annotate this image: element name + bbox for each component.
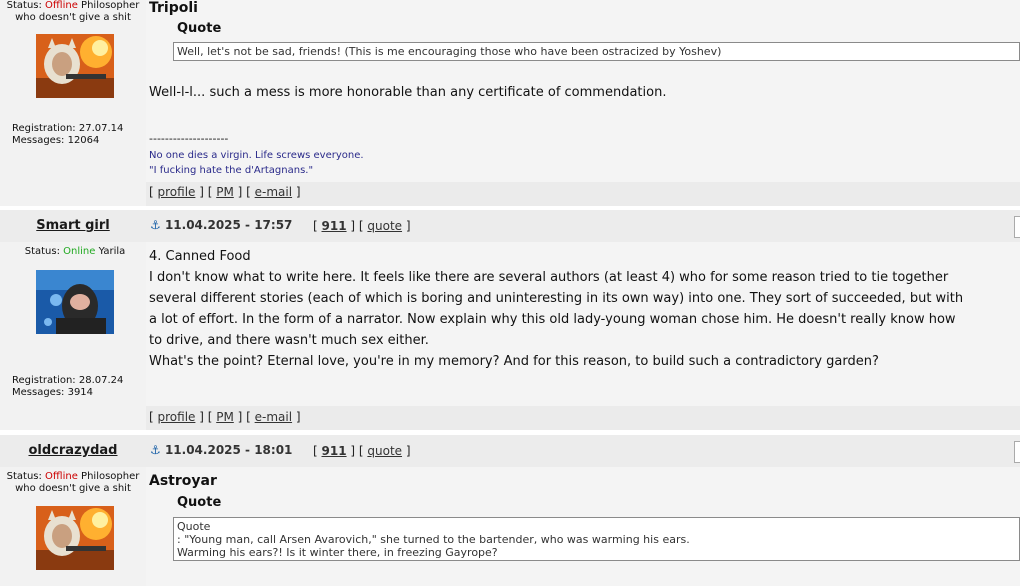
- post-actions: [ 911 ] [ quote ]: [313, 219, 411, 233]
- user-column-footer: [0, 406, 146, 430]
- post-body-line: several different stories (each of which…: [149, 291, 964, 306]
- post-title: Tripoli: [149, 0, 198, 16]
- pm-link[interactable]: PM: [216, 185, 234, 199]
- status-offline: Offline: [45, 0, 78, 11]
- post-number-link[interactable]: 911: [322, 219, 347, 233]
- user-registration: Registration: 28.07.24: [12, 375, 124, 386]
- post-date: 11.04.2025 - 17:57: [164, 218, 293, 232]
- avatar: [36, 506, 114, 570]
- quote-text: Well, let's not be sad, friends! (This i…: [177, 45, 722, 58]
- pm-link[interactable]: PM: [216, 410, 234, 424]
- post-title: 4. Canned Food: [149, 249, 251, 264]
- quote-text: Quote: [177, 520, 211, 533]
- scroll-edge-button[interactable]: [1014, 216, 1020, 238]
- quote-label: Quote: [177, 21, 222, 36]
- avatar: [36, 34, 114, 98]
- post-meta: ⚓ 11.04.2025 - 17:57: [150, 218, 292, 232]
- post-body-line: a lot of effort. In the form of a narrat…: [149, 312, 956, 327]
- quote-box: Quote : "Young man, call Arsen Avarovich…: [173, 517, 1020, 561]
- quote-label: Quote: [177, 495, 222, 510]
- status-online: Online: [63, 246, 96, 257]
- post-date: 11.04.2025 - 18:01: [164, 443, 293, 457]
- quote-text: : "Young man, call Arsen Avarovich," she…: [177, 533, 690, 546]
- post-footer-links: [ profile ] [ PM ] [ e-mail ]: [149, 410, 301, 424]
- quote-text: Warming his ears?! Is it winter there, i…: [177, 546, 498, 559]
- avatar: [36, 270, 114, 334]
- username-link[interactable]: Smart girl: [0, 218, 146, 233]
- post-number-link[interactable]: 911: [322, 444, 347, 458]
- signature: No one dies a virgin. Life screws everyo…: [149, 148, 364, 178]
- status-offline: Offline: [45, 471, 78, 482]
- username-link[interactable]: oldcrazydad: [0, 443, 146, 458]
- anchor-icon[interactable]: ⚓: [150, 218, 161, 232]
- post-title: Astroyar: [149, 473, 217, 489]
- user-registration: Registration: 27.07.14: [12, 123, 124, 134]
- signature-line: "I fucking hate the d'Artagnans.": [149, 165, 314, 176]
- quote-box: Well, let's not be sad, friends! (This i…: [173, 42, 1020, 61]
- post-body: I don't know what to write here. It feel…: [149, 267, 1009, 372]
- user-message-count: Messages: 12064: [12, 135, 100, 146]
- post-body: Well-l-l... such a mess is more honorabl…: [149, 85, 667, 100]
- post-footer-links: [ profile ] [ PM ] [ e-mail ]: [149, 185, 301, 199]
- user-status: Status: Offline Philosopher who doesn't …: [6, 471, 140, 494]
- post-meta: ⚓ 11.04.2025 - 18:01: [150, 443, 292, 457]
- post-body-line: I don't know what to write here. It feel…: [149, 270, 949, 285]
- user-column-footer: [0, 182, 146, 206]
- profile-link[interactable]: profile: [158, 185, 196, 199]
- email-link[interactable]: e-mail: [255, 185, 292, 199]
- user-message-count: Messages: 3914: [12, 387, 94, 398]
- post-body-line: What's the point? Eternal love, you're i…: [149, 354, 879, 369]
- scroll-edge-button[interactable]: [1014, 441, 1020, 463]
- user-status: Status: Offline Philosopher who doesn't …: [6, 0, 140, 23]
- post-body-line: to drive, and there wasn't much sex eith…: [149, 333, 429, 348]
- signature-separator: --------------------: [149, 132, 229, 145]
- email-link[interactable]: e-mail: [255, 410, 292, 424]
- anchor-icon[interactable]: ⚓: [150, 443, 161, 457]
- quote-link[interactable]: quote: [367, 219, 402, 233]
- profile-link[interactable]: profile: [158, 410, 196, 424]
- post-actions: [ 911 ] [ quote ]: [313, 444, 411, 458]
- signature-line: No one dies a virgin. Life screws everyo…: [149, 150, 364, 161]
- quote-link[interactable]: quote: [367, 444, 402, 458]
- user-status: Status: Online Yarila: [24, 246, 126, 257]
